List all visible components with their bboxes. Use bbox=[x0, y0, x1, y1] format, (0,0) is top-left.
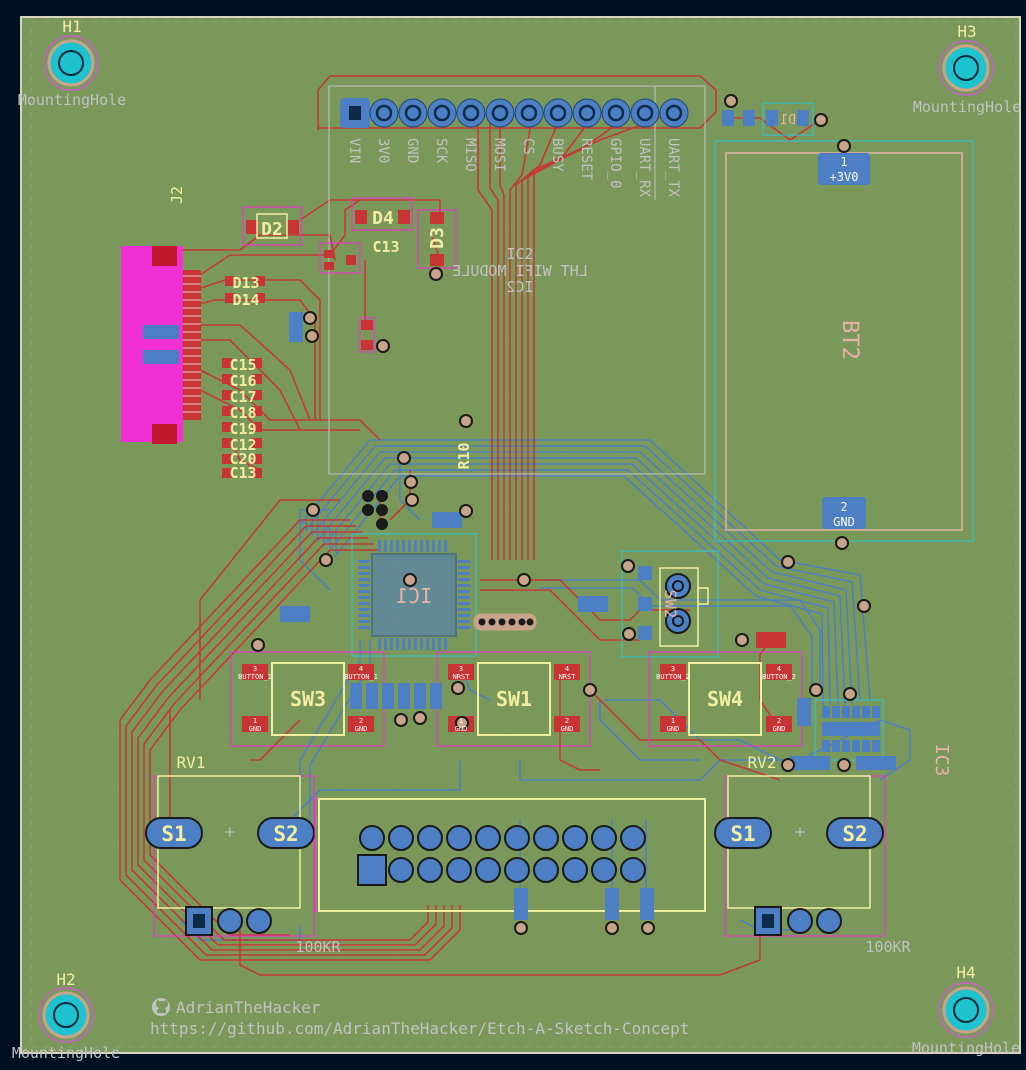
sw1-pin3: 3 bbox=[459, 665, 463, 673]
rv1-s1: S1 bbox=[161, 822, 186, 846]
rv1-ref: RV1 bbox=[177, 753, 206, 772]
github-icon bbox=[152, 998, 170, 1016]
sw3-pin2: 2 bbox=[359, 717, 363, 725]
wifi-pin-label-mosi: MOSI bbox=[491, 138, 507, 172]
c13-label: C13 bbox=[372, 238, 399, 256]
sw4-pin1: 1 bbox=[671, 717, 675, 725]
sw3-ref: SW3 bbox=[290, 687, 326, 711]
rv2-value: 100KR bbox=[865, 938, 911, 956]
credit-url: https://github.com/AdrianTheHacker/Etch-… bbox=[150, 1019, 689, 1038]
d2-ref: D2 bbox=[261, 219, 283, 240]
mounting-hole-h4 bbox=[938, 982, 994, 1038]
d3-ref: D3 bbox=[427, 227, 448, 249]
pcb-layout-view: H1 MountingHole H3 MountingHole H2 Mount… bbox=[0, 0, 1026, 1070]
d4-ref: D4 bbox=[372, 208, 394, 229]
c13b-label: C13 bbox=[229, 464, 256, 482]
sw3-pin2-name: GND bbox=[355, 725, 368, 733]
h1-value: MountingHole bbox=[18, 91, 126, 109]
sw2-ref: SW2 bbox=[661, 590, 680, 619]
sw3-pin4: 4 bbox=[359, 665, 363, 673]
wifi-pin-label-gpio0: GPIO_0 bbox=[607, 138, 623, 189]
h3-value: MountingHole bbox=[913, 98, 1021, 116]
credit-author: AdrianTheHacker bbox=[176, 998, 321, 1017]
mounting-hole-h3 bbox=[938, 40, 994, 96]
sw1-pin1: 1 bbox=[459, 717, 463, 725]
sw4-pin3-name: BUTTON_2 bbox=[656, 673, 690, 681]
battery-pad1-num: 1 bbox=[840, 155, 847, 169]
sw4-ref: SW4 bbox=[707, 687, 743, 711]
d13-label: D13 bbox=[232, 274, 259, 292]
wifi-pin-label-3v0: 3V0 bbox=[375, 138, 391, 163]
mcu-ref: IC1 bbox=[396, 584, 432, 608]
battery-pad2-num: 2 bbox=[840, 500, 847, 514]
sw3-pin3-name: BUTTON_1 bbox=[238, 673, 272, 681]
sw1-pin4-name: NRST bbox=[559, 673, 577, 681]
d1-ref: D1 bbox=[780, 113, 796, 128]
h4-ref: H4 bbox=[956, 963, 975, 982]
wifi-pin-label-uart-rx: UART_RX bbox=[636, 138, 652, 198]
sw1-pin2-name: GND bbox=[561, 725, 574, 733]
r10-label: R10 bbox=[455, 442, 473, 469]
sw1-ref: SW1 bbox=[496, 687, 532, 711]
rv2-s1: S1 bbox=[730, 822, 755, 846]
ic3-ref: IC3 bbox=[931, 744, 952, 777]
c14-label: D14 bbox=[232, 291, 259, 309]
sw4-pin2: 2 bbox=[777, 717, 781, 725]
sw3-pin4-name: BUTTON_1 bbox=[344, 673, 378, 681]
wifi-pin-label-vin: VIN bbox=[346, 138, 362, 163]
rv2-s2: S2 bbox=[842, 822, 867, 846]
battery-pad2-name: GND bbox=[833, 515, 855, 529]
wifi-pin-label-sck: SCK bbox=[433, 138, 449, 164]
sw1-pin4: 4 bbox=[565, 665, 569, 673]
sw1-pin3-name: NRST bbox=[453, 673, 471, 681]
mounting-hole-h1 bbox=[43, 35, 99, 91]
sw4-pin3: 3 bbox=[671, 665, 675, 673]
sw4-pin1-name: GND bbox=[667, 725, 680, 733]
wifi-pin-label-busy: BUSY bbox=[549, 138, 565, 172]
wifi-pin-label-uart-tx: UART_TX bbox=[665, 138, 681, 198]
debug-header bbox=[473, 613, 537, 631]
wifi-pin-label-gnd: GND bbox=[404, 138, 420, 163]
h2-ref: H2 bbox=[56, 970, 75, 989]
sw4-pin4: 4 bbox=[777, 665, 781, 673]
sw4-pin2-name: GND bbox=[773, 725, 786, 733]
wifi-pin-label-miso: MISO bbox=[462, 138, 478, 172]
mounting-hole-h2 bbox=[38, 987, 94, 1043]
h2-value: MountingHole bbox=[12, 1044, 120, 1062]
battery-ref: BT2 bbox=[837, 320, 862, 360]
wifi-module-ref: IC2 bbox=[506, 245, 533, 263]
battery-pad1-name: +3V0 bbox=[830, 170, 859, 184]
connector-j2 bbox=[121, 246, 201, 444]
rv1-value: 100KR bbox=[295, 938, 341, 956]
sw3-pin3: 3 bbox=[253, 665, 257, 673]
sw1-pin2: 2 bbox=[565, 717, 569, 725]
rv1-s2: S2 bbox=[273, 822, 298, 846]
wifi-pin-label-reset: RESET bbox=[578, 138, 594, 181]
h1-ref: H1 bbox=[62, 17, 81, 36]
sw3-pin1-name: GND bbox=[249, 725, 262, 733]
j2-ref: J2 bbox=[168, 186, 186, 204]
sw1-pin1-name: GND bbox=[455, 725, 468, 733]
rv2-ref: RV2 bbox=[748, 753, 777, 772]
wifi-module-ref-back: IC2 bbox=[506, 278, 533, 296]
h4-value: MountingHole bbox=[912, 1039, 1020, 1057]
sw3-pin1: 1 bbox=[253, 717, 257, 725]
wifi-pin-label-cs: CS bbox=[520, 138, 536, 155]
h3-ref: H3 bbox=[957, 22, 976, 41]
sw4-pin4-name: BUTTON_2 bbox=[762, 673, 796, 681]
